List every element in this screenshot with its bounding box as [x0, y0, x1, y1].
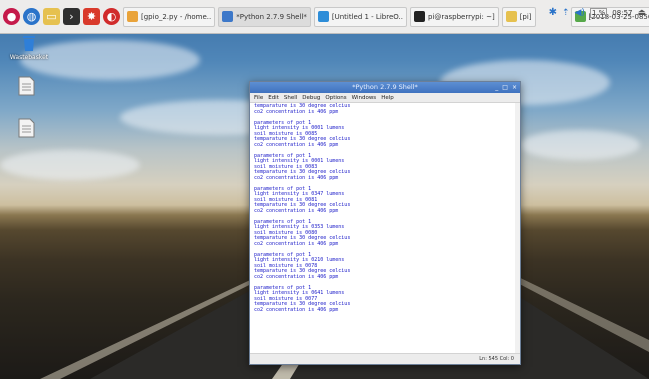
- task-label: pi@raspberrypi: ~]: [427, 12, 495, 21]
- bluetooth-icon[interactable]: ✱: [549, 7, 557, 18]
- scrollbar[interactable]: [515, 103, 520, 353]
- folder-icon: [505, 11, 517, 22]
- wifi-icon[interactable]: ⇡: [562, 8, 570, 18]
- maximize-icon[interactable]: □: [502, 82, 508, 93]
- cursor-position: Ln: 545 Col: 0: [479, 356, 514, 362]
- desktop-file-1[interactable]: [18, 76, 35, 96]
- menu-help[interactable]: Help: [381, 95, 394, 101]
- task-gpio-editor[interactable]: [gpio_2.py - /home..: [123, 6, 216, 27]
- document-icon: [18, 118, 35, 138]
- minimize-icon[interactable]: _: [495, 82, 498, 93]
- file-manager-icon[interactable]: ▭: [43, 8, 60, 25]
- task-libreoffice[interactable]: [Untitled 1 - LibreO..: [313, 6, 407, 27]
- cpu-usage: 1 %: [589, 7, 608, 18]
- web-browser-icon[interactable]: ◍: [23, 8, 40, 25]
- window-titlebar[interactable]: *Python 2.7.9 Shell* _ □ ×: [250, 82, 520, 93]
- eject-icon[interactable]: ⏏: [637, 8, 646, 18]
- shell-output[interactable]: temparature is 30 degree celcius co2 conc…: [250, 103, 520, 353]
- task-label: [gpio_2.py - /home..: [141, 12, 212, 21]
- menu-shell[interactable]: Shell: [284, 95, 297, 101]
- mathematica-icon[interactable]: ✸: [83, 8, 100, 25]
- status-bar: Ln: 545 Col: 0: [250, 353, 520, 364]
- menu-edit[interactable]: Edit: [268, 95, 279, 101]
- taskbar: ● ◍ ▭ › ✸ ◐ [gpio_2.py - /home.. *Python…: [0, 0, 649, 34]
- terminal-icon: [413, 11, 425, 22]
- desktop-file-2[interactable]: [18, 118, 35, 138]
- window-title: *Python 2.7.9 Shell*: [352, 83, 418, 91]
- desktop-trash[interactable]: Wastebasket: [6, 34, 52, 61]
- raspberry-menu-icon[interactable]: ●: [3, 8, 20, 25]
- menu-options[interactable]: Options: [325, 95, 346, 101]
- wolfram-icon[interactable]: ◐: [103, 8, 120, 25]
- task-file-manager[interactable]: [pi]: [501, 6, 536, 27]
- task-label: [Untitled 1 - LibreO..: [331, 12, 403, 21]
- task-terminal[interactable]: pi@raspberrypi: ~]: [409, 6, 499, 27]
- task-label: [pi]: [519, 12, 532, 21]
- shell-line: co2 concentration is 406 ppm: [254, 306, 339, 313]
- python-shell-icon: [222, 11, 234, 22]
- document-icon: [18, 76, 35, 96]
- python-editor-icon: [127, 11, 138, 22]
- menu-debug[interactable]: Debug: [302, 95, 320, 101]
- libreoffice-icon: [317, 11, 329, 22]
- terminal-icon[interactable]: ›: [63, 8, 80, 25]
- close-icon[interactable]: ×: [512, 82, 517, 93]
- menu-file[interactable]: File: [254, 95, 263, 101]
- menu-windows[interactable]: Windows: [352, 95, 377, 101]
- menu-bar: File Edit Shell Debug Options Windows Help: [250, 93, 520, 103]
- trash-label: Wastebasket: [9, 54, 49, 61]
- python-shell-window: *Python 2.7.9 Shell* _ □ × File Edit Shell…: [249, 81, 521, 365]
- system-tray: ✱ ⇡ ◀) 1 % 08:57 ⏏: [549, 7, 646, 18]
- task-python-shell[interactable]: *Python 2.7.9 Shell*: [218, 6, 311, 27]
- trash-icon: [23, 36, 35, 51]
- volume-icon[interactable]: ◀): [575, 8, 585, 18]
- clock[interactable]: 08:57: [612, 9, 632, 17]
- task-label: *Python 2.7.9 Shell*: [236, 12, 307, 21]
